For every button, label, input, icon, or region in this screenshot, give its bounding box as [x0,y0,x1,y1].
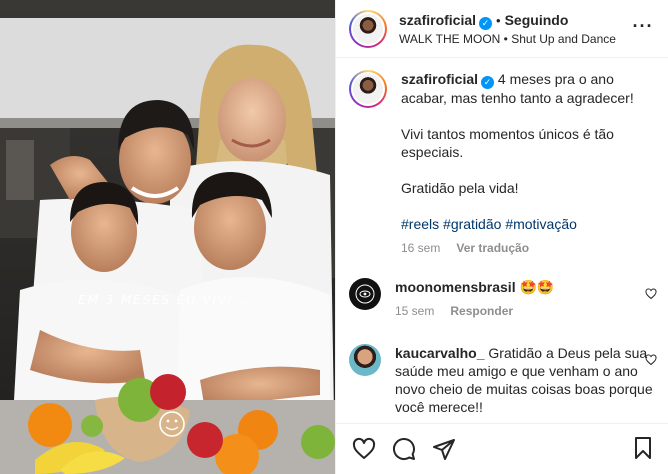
hashtag-link[interactable]: #motivação [505,216,577,232]
comment-username[interactable]: moonomensbrasil [395,279,516,295]
heart-icon[interactable] [645,288,657,300]
reel-media[interactable]: EM 3 MESES EU VIVI... [0,0,335,474]
separator-dot: • [496,12,501,28]
follow-status-button[interactable]: Seguindo [505,12,569,28]
verified-badge-icon: ✓ [479,16,493,30]
comment-timestamp[interactable]: 15 sem [395,304,434,318]
music-label[interactable]: WALK THE MOON • Shut Up and Dance [399,31,616,47]
heart-icon[interactable] [645,354,657,366]
reply-button[interactable]: Responder [450,304,513,318]
caption-line-3: Gratidão pela vida! [401,180,519,196]
verified-badge-icon: ✓ [481,76,495,89]
reel-overlay-text: EM 3 MESES EU VIVI... [78,292,251,307]
commenter-avatar[interactable] [349,278,381,310]
author-username[interactable]: szafiroficial [399,12,476,28]
caption-timestamp[interactable]: 16 sem [401,241,440,255]
caption-row: szafiroficial ✓ 4 meses pra o ano acabar,… [349,70,657,257]
more-options-icon[interactable]: ··· [631,14,655,38]
commenter-avatar[interactable] [349,344,381,376]
comment-row: kaucarvalho_ Gratidão a Deus pela sua sa… [349,344,657,416]
caption-line-2: Vivi tantos momentos únicos é tão especi… [401,126,614,160]
comment-text: 🤩🤩 [519,279,555,295]
reel-photo [0,0,335,474]
share-button[interactable] [432,437,456,461]
caption-avatar[interactable] [349,70,387,108]
brand-logo-icon [355,284,375,304]
post-panel: szafiroficial ✓ • Seguindo WALK THE MOON • … [335,0,668,474]
heart-icon [352,437,376,459]
hashtag-link[interactable]: #gratidão [443,216,501,232]
caption-username[interactable]: szafiroficial [401,71,478,87]
translate-link[interactable]: Ver tradução [456,241,529,255]
like-button[interactable] [352,437,376,461]
comments-section: szafiroficial ✓ 4 meses pra o ano acabar,… [336,58,668,423]
comment-button[interactable] [392,437,416,461]
hashtag-link[interactable]: #reels [401,216,439,232]
send-icon [433,439,455,460]
action-bar [336,423,668,474]
post-header: szafiroficial ✓ • Seguindo WALK THE MOON • … [336,0,668,58]
comment-icon [393,438,415,461]
comment-row: moonomensbrasil 🤩🤩 15 sem Responder [349,278,657,320]
bookmark-icon [635,437,651,459]
author-avatar[interactable] [349,9,387,48]
save-button[interactable] [631,436,655,460]
comment-username[interactable]: kaucarvalho_ [395,345,485,361]
